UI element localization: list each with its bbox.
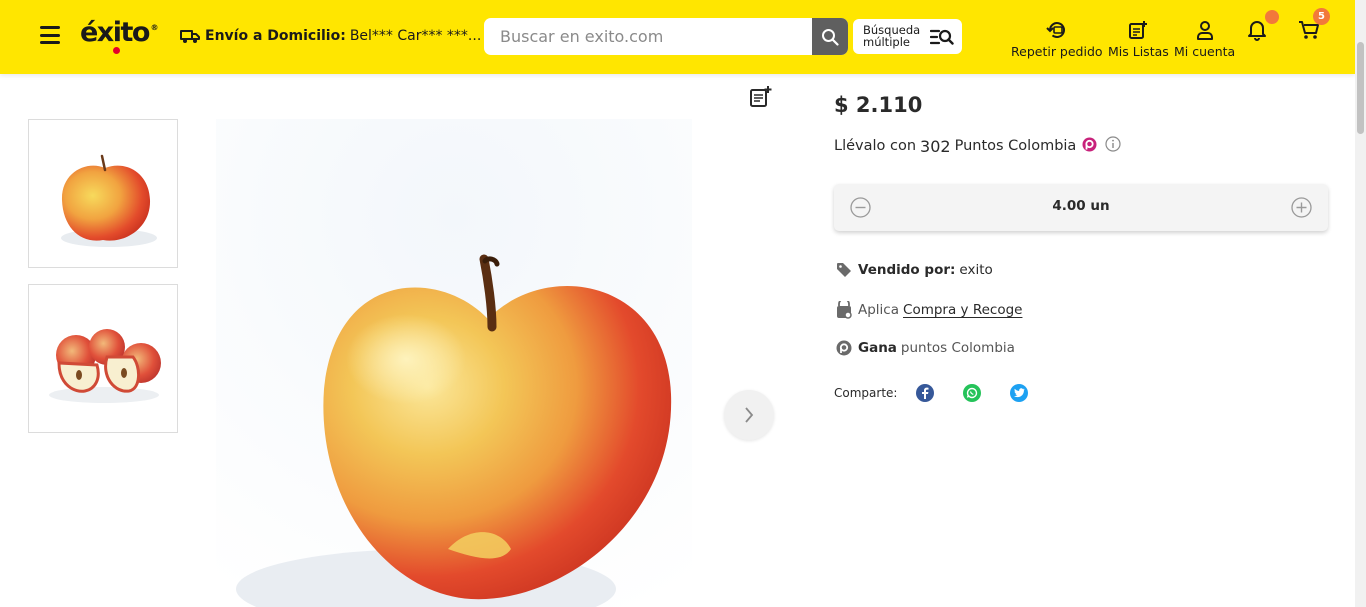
search-bar: [484, 18, 848, 55]
hamburger-icon[interactable]: [40, 26, 60, 44]
logo-dot: [113, 47, 120, 54]
thumbnail-apple[interactable]: [28, 119, 178, 268]
whatsapp-icon[interactable]: [963, 384, 982, 402]
repeat-order-icon: [1046, 18, 1068, 42]
search-button[interactable]: [812, 18, 848, 55]
page-scrollbar[interactable]: [1355, 0, 1366, 607]
earn-points-row: Gana puntos Colombia: [836, 340, 1019, 356]
pickup-row: Aplica Compra y Recoge: [836, 301, 1022, 319]
sold-by-row: Vendido por: exito: [836, 262, 993, 278]
chevron-right-icon: [745, 407, 754, 423]
list-icon: [1128, 18, 1148, 42]
my-lists-button[interactable]: Mis Listas: [1108, 18, 1169, 59]
repeat-order-label: Repetir pedido: [1011, 44, 1103, 59]
header: éxito ® Envío a Domicilio: Bel*** Car***…: [0, 0, 1355, 74]
twitter-icon[interactable]: [1010, 384, 1029, 402]
pickup-prefix: Aplica: [858, 302, 900, 318]
apples-cut-thumbnail-image: [49, 329, 161, 403]
delivery-address: Bel*** Car*** ***...: [349, 28, 482, 44]
logo-registered: ®: [150, 23, 158, 32]
apple-image: [216, 119, 692, 607]
bell-icon: [1247, 18, 1267, 42]
earn-label: Gana: [858, 340, 897, 356]
multi-search-line-2: múltiple: [863, 35, 910, 49]
store-pickup-icon: [836, 301, 852, 319]
points-suffix: Puntos Colombia: [954, 138, 1077, 154]
my-lists-label: Mis Listas: [1108, 44, 1169, 59]
next-image-button[interactable]: [724, 390, 774, 440]
notification-dot: [1265, 10, 1279, 24]
puntos-colombia-icon: [1082, 137, 1097, 156]
user-icon: [1195, 18, 1215, 42]
thumbnail-apples-cut[interactable]: [28, 284, 178, 433]
sold-by-value: exito: [959, 262, 993, 278]
my-account-label: Mi cuenta: [1174, 44, 1236, 59]
share-row: Comparte:: [834, 384, 1029, 402]
pickup-link[interactable]: Compra y Recoge: [903, 302, 1022, 318]
search-icon: [822, 28, 839, 46]
my-account-button[interactable]: Mi cuenta: [1174, 18, 1235, 59]
quantity-value: 4.00 un: [1052, 198, 1110, 214]
facebook-icon[interactable]: [916, 384, 935, 402]
multi-search-button[interactable]: Búsqueda múltiple: [853, 19, 962, 54]
points-value: 302: [920, 136, 951, 156]
earn-value: puntos Colombia: [900, 340, 1015, 356]
list-search-icon: [930, 29, 954, 45]
truck-icon: [180, 30, 200, 43]
add-to-list-icon: [750, 86, 772, 107]
cart-count-badge: 5: [1313, 8, 1330, 25]
points-offer: Llévalo con 302 Puntos Colombia: [834, 136, 1121, 156]
tag-icon: [836, 262, 852, 278]
info-icon[interactable]: [1105, 136, 1121, 156]
product-price: $ 2.110: [834, 93, 923, 117]
repeat-order-button[interactable]: Repetir pedido: [1011, 18, 1103, 59]
apple-thumbnail-image: [61, 154, 157, 247]
scrollbar-thumb[interactable]: [1357, 42, 1364, 134]
puntos-colombia-icon: [836, 340, 852, 356]
quantity-stepper: 4.00 un: [834, 184, 1328, 231]
share-label: Comparte:: [834, 386, 898, 400]
exito-logo[interactable]: éxito ®: [80, 17, 158, 54]
notifications-button[interactable]: [1247, 18, 1267, 44]
product-main-image[interactable]: [216, 119, 692, 607]
search-input[interactable]: [484, 18, 812, 55]
add-to-list-button[interactable]: [748, 85, 772, 113]
logo-text: éxito: [80, 17, 150, 48]
delivery-label: Envío a Domicilio:: [205, 28, 346, 44]
delivery-selector[interactable]: Envío a Domicilio: Bel*** Car*** ***...: [180, 27, 500, 45]
increase-quantity-button[interactable]: [1291, 197, 1312, 222]
points-prefix: Llévalo con: [834, 138, 917, 154]
plus-circle-icon: [1291, 197, 1312, 218]
multi-search-label: Búsqueda múltiple: [863, 24, 920, 48]
sold-by-label: Vendido por:: [858, 262, 956, 278]
